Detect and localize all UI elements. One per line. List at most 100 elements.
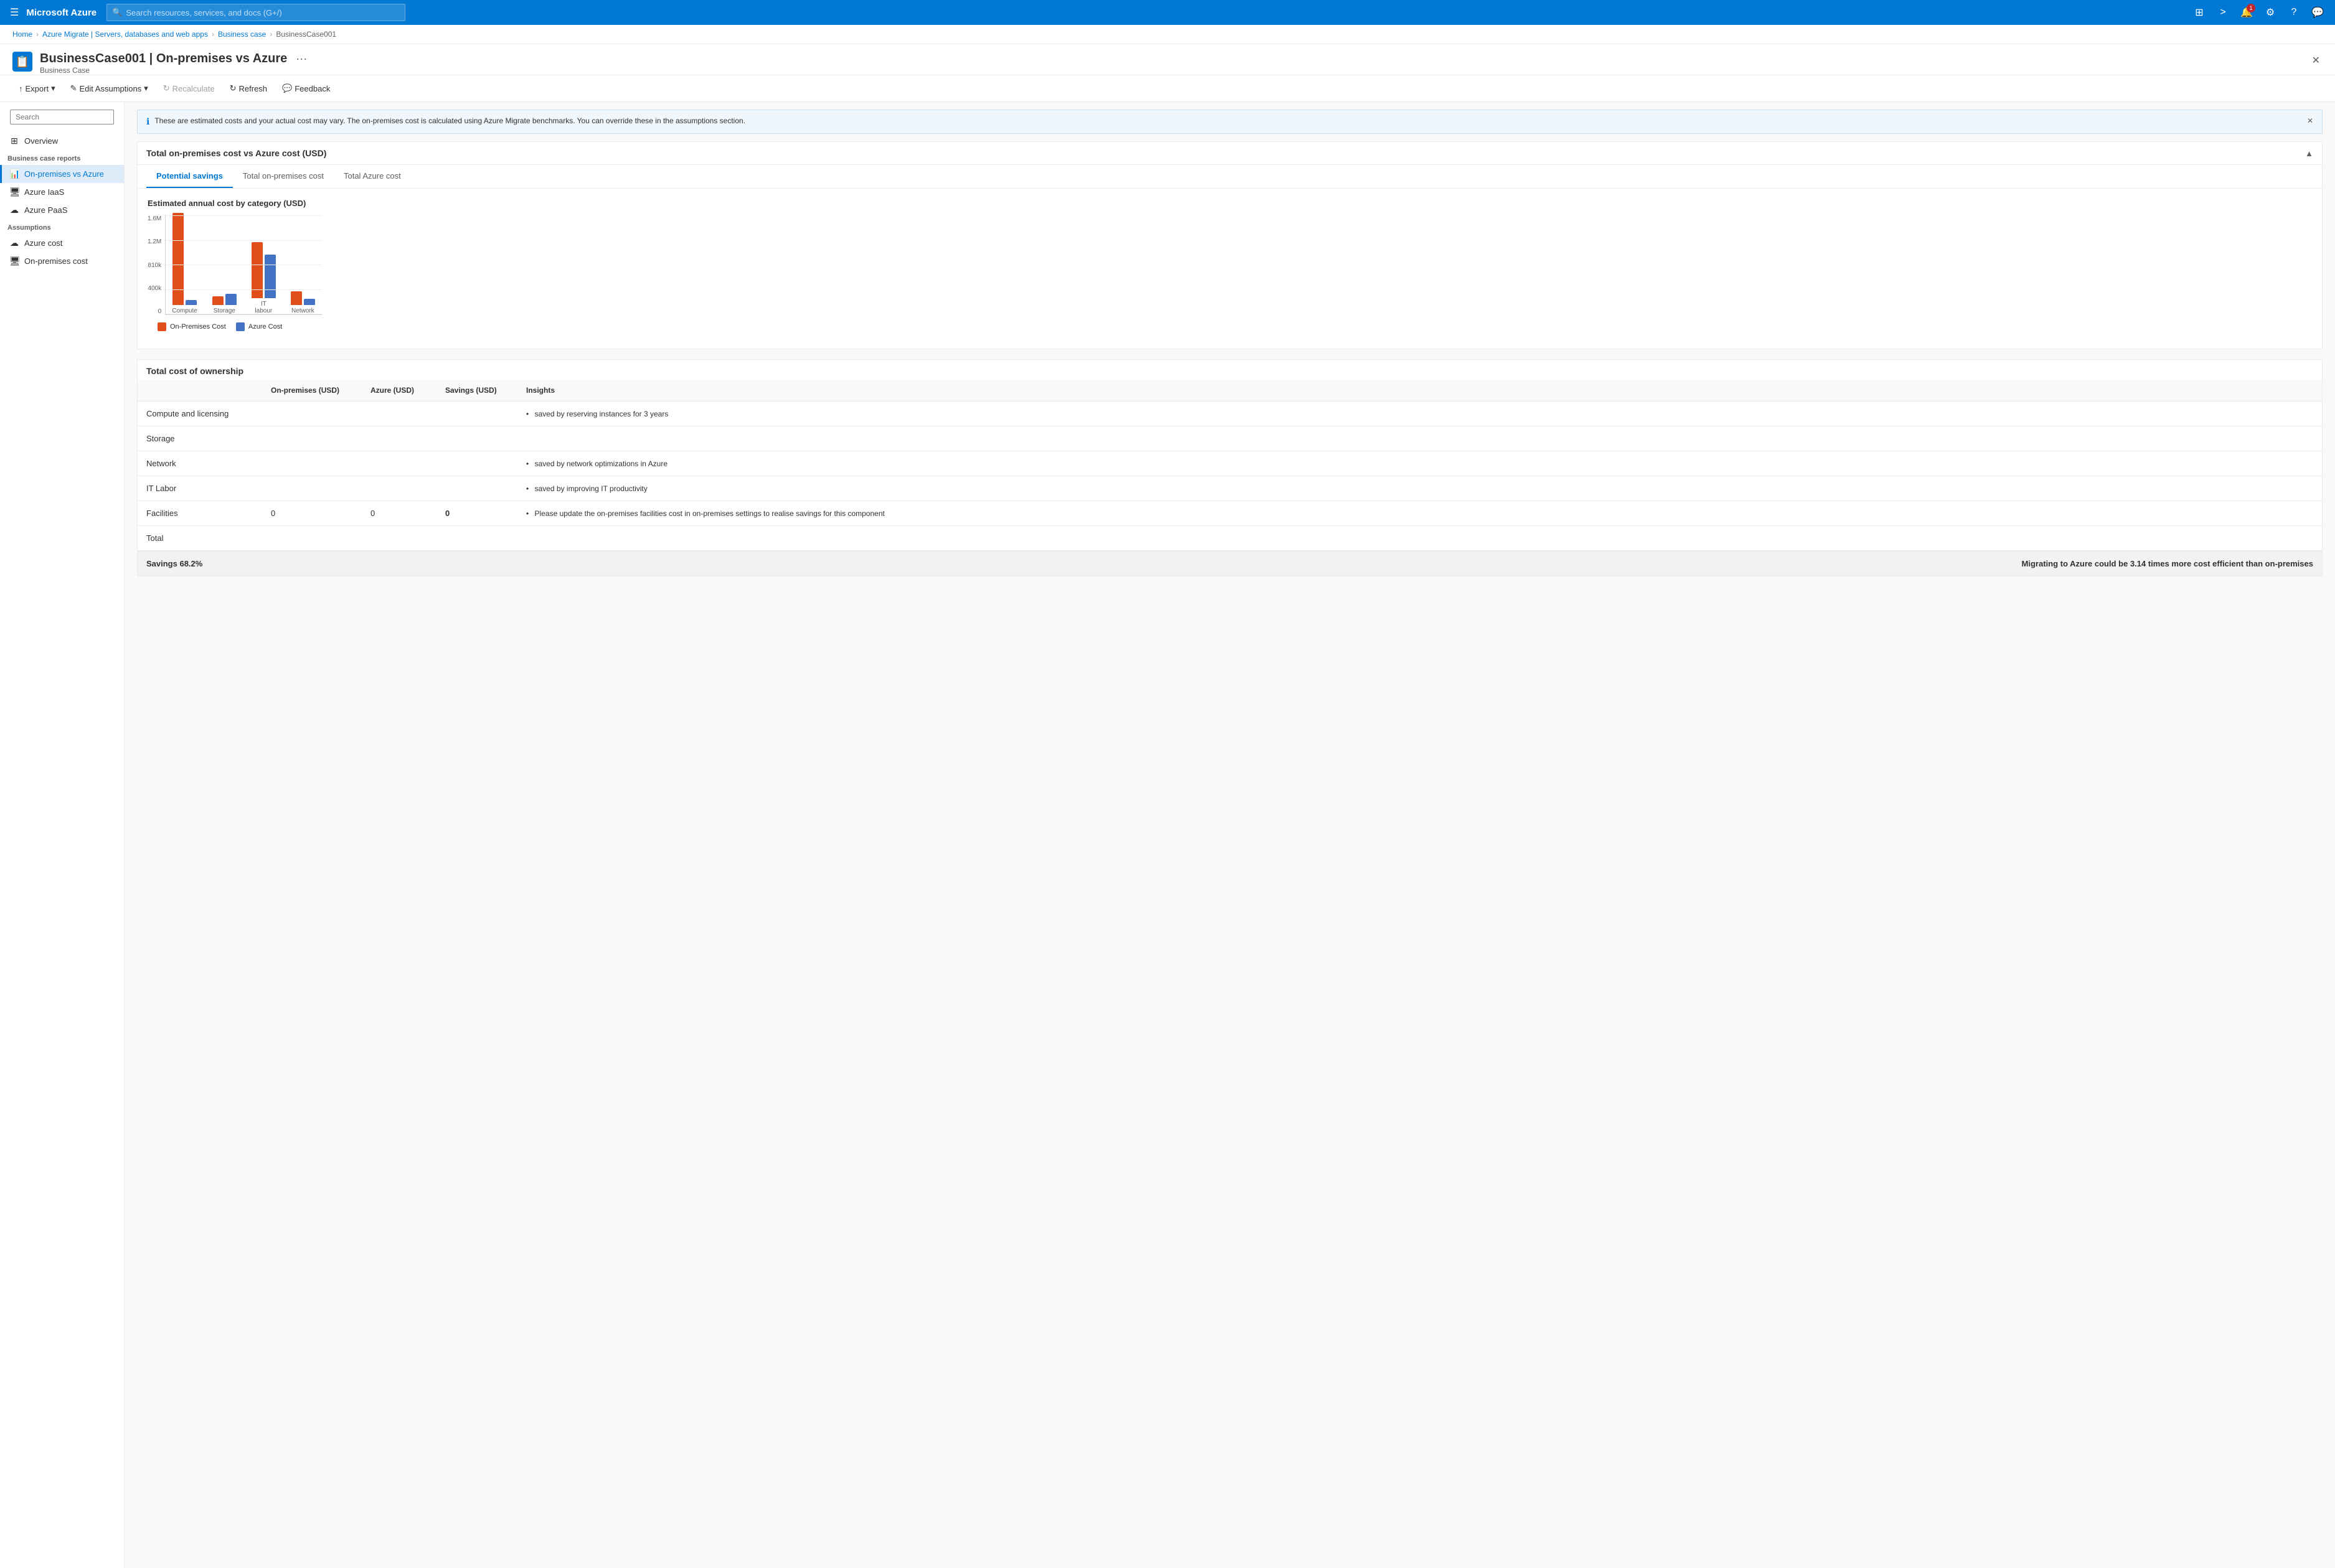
settings-icon[interactable]: ⚙	[2260, 2, 2280, 22]
table-row: IT Labor • saved by improving IT product…	[138, 476, 2322, 501]
breadcrumb-business-case[interactable]: Business case	[218, 30, 266, 39]
export-chevron-icon: ▾	[51, 83, 55, 93]
tab-total-on-premises[interactable]: Total on-premises cost	[233, 165, 334, 188]
export-button[interactable]: ↑ Export ▾	[12, 80, 62, 96]
on-prem-cost-icon: 🖥	[9, 256, 19, 266]
row-facilities-azure: 0	[362, 501, 436, 526]
chart-container: Estimated annual cost by category (USD) …	[138, 189, 2322, 349]
table-header-row: On-premises (USD) Azure (USD) Savings (U…	[138, 380, 2322, 401]
sidebar-item-azure-cost[interactable]: ☁ Azure cost	[0, 234, 124, 252]
row-total-insight	[517, 526, 2322, 551]
top-navigation: ☰ Microsoft Azure 🔍 ⊞ > 🔔 1 ⚙ ? 💬	[0, 0, 2335, 25]
row-total-name: Total	[138, 526, 262, 551]
global-search-bar[interactable]: 🔍	[106, 4, 405, 21]
bar-chart-area: 1.6M 1.2M 810k 400k 0	[148, 215, 322, 339]
sidebar-item-overview[interactable]: ⊞ Overview	[0, 132, 124, 150]
info-banner-close[interactable]: ✕	[2307, 116, 2313, 125]
cost-tabs: Potential savings Total on-premises cost…	[138, 165, 2322, 189]
page-subtitle: Business Case	[40, 66, 2302, 75]
more-options-icon[interactable]: ···	[292, 52, 311, 65]
row-storage-onprem	[262, 426, 362, 451]
storage-label: Storage	[214, 307, 235, 314]
collapse-icon[interactable]: ▲	[2305, 149, 2313, 158]
page-title: BusinessCase001 | On-premises vs Azure	[40, 52, 287, 66]
sidebar-item-on-premises-cost[interactable]: 🖥 On-premises cost	[0, 252, 124, 270]
table-row: Facilities 0 0 0 • Please update the on-…	[138, 501, 2322, 526]
toolbar: ↑ Export ▾ ✎ Edit Assumptions ▾ ↻ Recalc…	[0, 75, 2335, 102]
row-network-savings	[436, 451, 517, 476]
recalculate-button[interactable]: ↻ Recalculate	[157, 80, 221, 96]
export-icon: ↑	[19, 84, 23, 93]
refresh-button[interactable]: ↻ Refresh	[224, 80, 273, 96]
sidebar-search-input[interactable]	[10, 110, 114, 124]
row-compute-onprem	[262, 401, 362, 426]
breadcrumb-current: BusinessCase001	[276, 30, 336, 39]
paas-icon: ☁	[9, 205, 19, 215]
edit-assumptions-button[interactable]: ✎ Edit Assumptions ▾	[64, 80, 154, 96]
hamburger-menu[interactable]: ☰	[7, 4, 21, 21]
tab-potential-savings[interactable]: Potential savings	[146, 165, 233, 188]
tco-section: Total cost of ownership On-premises (USD…	[137, 359, 2323, 576]
compute-label: Compute	[172, 307, 197, 314]
bar-group-compute: Compute	[172, 213, 197, 314]
table-row: Network • saved by network optimizations…	[138, 451, 2322, 476]
chart-title: Estimated annual cost by category (USD)	[148, 199, 2312, 208]
it-labour-azure-bar	[265, 255, 276, 298]
tab-total-azure[interactable]: Total Azure cost	[334, 165, 411, 188]
close-icon[interactable]: ✕	[2309, 52, 2323, 69]
compute-onprem-bar	[172, 213, 184, 305]
row-compute-azure	[362, 401, 436, 426]
feedback-button[interactable]: 💬 Feedback	[276, 80, 336, 96]
chart-legend: On-Premises Cost Azure Cost	[148, 315, 322, 339]
portal-icon[interactable]: ⊞	[2189, 2, 2209, 22]
on-prem-azure-icon: 📊	[9, 169, 19, 179]
col-header-azure: Azure (USD)	[362, 380, 436, 401]
row-total-savings	[436, 526, 517, 551]
storage-onprem-bar	[212, 296, 224, 305]
feedback-icon[interactable]: 💬	[2308, 2, 2328, 22]
compute-azure-bar	[186, 300, 197, 305]
feedback-icon-btn: 💬	[282, 83, 292, 93]
cost-section: Total on-premises cost vs Azure cost (US…	[137, 141, 2323, 349]
info-banner: ℹ These are estimated costs and your act…	[137, 110, 2323, 134]
global-search-input[interactable]	[126, 8, 400, 17]
tco-table: On-premises (USD) Azure (USD) Savings (U…	[138, 380, 2322, 550]
search-icon: 🔍	[112, 7, 122, 17]
breadcrumb-azure-migrate[interactable]: Azure Migrate | Servers, databases and w…	[42, 30, 208, 39]
legend-azure: Azure Cost	[236, 322, 282, 331]
tco-title: Total cost of ownership	[146, 366, 243, 376]
network-onprem-bar	[291, 291, 302, 305]
row-facilities-onprem: 0	[262, 501, 362, 526]
savings-footer: Savings 68.2% Migrating to Azure could b…	[138, 550, 2322, 576]
row-storage-savings	[436, 426, 517, 451]
breadcrumb: Home › Azure Migrate | Servers, database…	[0, 25, 2335, 44]
row-total-azure	[362, 526, 436, 551]
row-storage-name: Storage	[138, 426, 262, 451]
section-title: Total on-premises cost vs Azure cost (US…	[146, 148, 326, 158]
iaas-icon: 🖥	[9, 187, 19, 197]
row-compute-insight: • saved by reserving instances for 3 yea…	[517, 401, 2322, 426]
savings-efficiency: Migrating to Azure could be 3.14 times m…	[2022, 559, 2313, 568]
row-network-azure	[362, 451, 436, 476]
nav-icons: ⊞ > 🔔 1 ⚙ ? 💬	[2189, 2, 2328, 22]
cloud-shell-icon[interactable]: >	[2213, 2, 2233, 22]
row-compute-savings	[436, 401, 517, 426]
recalculate-icon: ↻	[163, 83, 170, 93]
row-network-name: Network	[138, 451, 262, 476]
help-icon[interactable]: ?	[2284, 2, 2304, 22]
edit-icon: ✎	[70, 83, 77, 93]
bars-area: Compute Storage	[165, 215, 322, 315]
assumptions-chevron-icon: ▾	[144, 83, 148, 93]
overview-icon: ⊞	[9, 136, 19, 146]
savings-percentage: Savings 68.2%	[146, 559, 2022, 568]
section-header: Total on-premises cost vs Azure cost (US…	[138, 142, 2322, 165]
sidebar-item-azure-paas[interactable]: ☁ Azure PaaS	[0, 201, 124, 219]
sidebar-item-azure-iaas[interactable]: 🖥 Azure IaaS	[0, 183, 124, 201]
col-header-savings: Savings (USD)	[436, 380, 517, 401]
notifications-icon[interactable]: 🔔 1	[2237, 2, 2257, 22]
sidebar-item-on-premises-vs-azure[interactable]: 📊 On-premises vs Azure	[0, 165, 124, 183]
sidebar-assumptions-section-label: Assumptions	[0, 219, 124, 234]
bar-group-storage: Storage	[212, 294, 237, 314]
col-header-insights: Insights	[517, 380, 2322, 401]
breadcrumb-home[interactable]: Home	[12, 30, 32, 39]
